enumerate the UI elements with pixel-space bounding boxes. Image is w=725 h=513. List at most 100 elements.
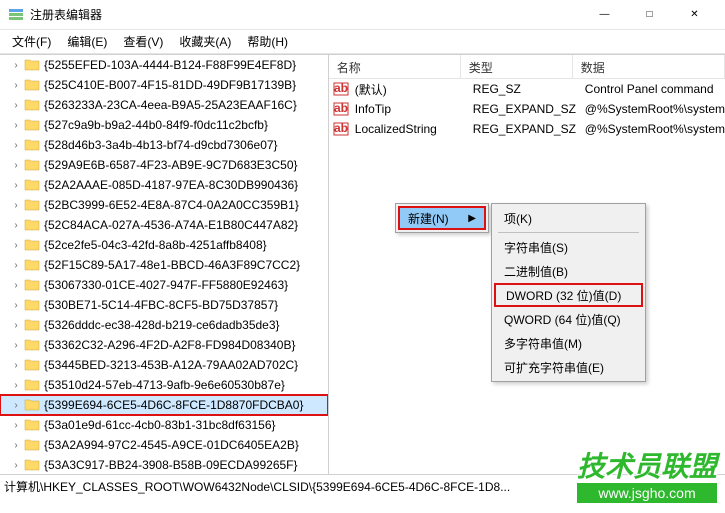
col-type[interactable]: 类型 xyxy=(461,55,573,78)
expand-icon[interactable]: › xyxy=(10,240,22,251)
minimize-button[interactable]: — xyxy=(582,0,627,30)
tree-item[interactable]: › {5255EFED-103A-4444-B124-F88F99E4EF8D} xyxy=(0,55,328,75)
context-new[interactable]: 新建(N) ▶ xyxy=(398,206,486,230)
tree-item[interactable]: ›{529A9E6B-6587-4F23-AB9E-9C7D683E3C50} xyxy=(0,155,328,175)
context-item[interactable]: 可扩充字符串值(E) xyxy=(494,355,643,379)
col-data[interactable]: 数据 xyxy=(573,55,725,78)
menu-file[interactable]: 文件(F) xyxy=(4,31,59,52)
expand-icon[interactable]: › xyxy=(10,360,22,371)
tree-item-label: {525C410E-B007-4F15-81DD-49DF9B17139B} xyxy=(42,78,296,92)
expand-icon[interactable]: › xyxy=(10,180,22,191)
context-item[interactable]: 二进制值(B) xyxy=(494,259,643,283)
tree-item-label: {52BC3999-6E52-4E8A-87C4-0A2A0CC359B1} xyxy=(42,198,299,212)
tree-item[interactable]: › {530BE71-5C14-4FBC-8CF5-BD75D37857} xyxy=(0,295,328,315)
folder-icon xyxy=(24,57,40,73)
expand-icon[interactable]: › xyxy=(10,260,22,271)
list-rows: ab(默认)REG_SZControl Panel commandabInfoT… xyxy=(329,79,725,139)
expand-icon[interactable]: › xyxy=(10,320,22,331)
tree-item[interactable]: ›{53362C32-A296-4F2D-A2F8-FD984D08340B} xyxy=(0,335,328,355)
maximize-button[interactable]: □ xyxy=(627,0,672,30)
folder-icon xyxy=(24,377,40,393)
tree-item-label: {52F15C89-5A17-48e1-BBCD-46A3F89C7CC2} xyxy=(42,258,300,272)
menu-edit[interactable]: 编辑(E) xyxy=(59,31,115,52)
tree-item-label: {53A3C917-BB24-3908-B58B-09ECDA99265F} xyxy=(42,458,298,472)
tree-item[interactable]: › {525C410E-B007-4F15-81DD-49DF9B17139B} xyxy=(0,75,328,95)
tree-item[interactable]: ›{52A2AAAE-085D-4187-97EA-8C30DB990436} xyxy=(0,175,328,195)
expand-icon[interactable]: › xyxy=(10,280,22,291)
tree-item-label: {5255EFED-103A-4444-B124-F88F99E4EF8D} xyxy=(42,58,296,72)
expand-icon[interactable]: › xyxy=(10,80,22,91)
folder-icon xyxy=(24,457,40,473)
tree-item[interactable]: › {5399E694-6CE5-4D6C-8FCE-1D8870FDCBA0} xyxy=(0,395,328,415)
folder-icon xyxy=(24,177,40,193)
svg-text:ab: ab xyxy=(334,121,348,135)
tree-item-label: {5399E694-6CE5-4D6C-8FCE-1D8870FDCBA0} xyxy=(42,398,303,412)
expand-icon[interactable]: › xyxy=(10,100,22,111)
menu-view[interactable]: 查看(V) xyxy=(115,31,171,52)
folder-icon xyxy=(24,157,40,173)
tree-item[interactable]: ›{53445BED-3213-453B-A12A-79AA02AD702C} xyxy=(0,355,328,375)
tree-item[interactable]: ›{5263233A-23CA-4eea-B9A5-25A23EAAF16C} xyxy=(0,95,328,115)
string-value-icon: ab xyxy=(333,81,349,97)
folder-icon xyxy=(24,237,40,253)
expand-icon[interactable]: › xyxy=(10,380,22,391)
expand-icon[interactable]: › xyxy=(10,220,22,231)
tree-item-label: {5326dddc-ec38-428d-b219-ce6dadb35de3} xyxy=(42,318,280,332)
tree-item-label: {52ce2fe5-04c3-42fd-8a8b-4251affb8408} xyxy=(42,238,267,252)
tree-item[interactable]: › {52F15C89-5A17-48e1-BBCD-46A3F89C7CC2} xyxy=(0,255,328,275)
folder-icon xyxy=(24,357,40,373)
tree-item[interactable]: › {52C84ACA-027A-4536-A74A-E1B80C447A82} xyxy=(0,215,328,235)
tree-item[interactable]: › {53A3C917-BB24-3908-B58B-09ECDA99265F} xyxy=(0,455,328,474)
tree-item[interactable]: › {52BC3999-6E52-4E8A-87C4-0A2A0CC359B1} xyxy=(0,195,328,215)
tree-item-label: {530BE71-5C14-4FBC-8CF5-BD75D37857} xyxy=(42,298,278,312)
context-item[interactable]: QWORD (64 位)值(Q) xyxy=(494,307,643,331)
svg-text:ab: ab xyxy=(334,101,348,115)
expand-icon[interactable]: › xyxy=(10,400,22,411)
expand-icon[interactable]: › xyxy=(10,340,22,351)
cell-type: REG_EXPAND_SZ xyxy=(473,122,585,136)
expand-icon[interactable]: › xyxy=(10,420,22,431)
tree-item[interactable]: › {52ce2fe5-04c3-42fd-8a8b-4251affb8408} xyxy=(0,235,328,255)
col-name[interactable]: 名称 xyxy=(329,55,461,78)
expand-icon[interactable]: › xyxy=(10,60,22,71)
folder-icon xyxy=(24,277,40,293)
expand-icon[interactable]: › xyxy=(10,460,22,471)
tree-item[interactable]: › {53067330-01CE-4027-947F-FF5880E92463} xyxy=(0,275,328,295)
tree-item-label: {52C84ACA-027A-4536-A74A-E1B80C447A82} xyxy=(42,218,298,232)
context-menu-level2: 项(K) 字符串值(S)二进制值(B)DWORD (32 位)值(D)QWORD … xyxy=(491,203,646,382)
expand-icon[interactable]: › xyxy=(10,160,22,171)
tree-item[interactable]: ›{53A2A994-97C2-4545-A9CE-01DC6405EA2B} xyxy=(0,435,328,455)
expand-icon[interactable]: › xyxy=(10,300,22,311)
menu-help[interactable]: 帮助(H) xyxy=(239,31,296,52)
expand-icon[interactable]: › xyxy=(10,440,22,451)
context-item[interactable]: 项(K) xyxy=(494,206,643,230)
list-row[interactable]: abLocalizedStringREG_EXPAND_SZ@%SystemRo… xyxy=(329,119,725,139)
tree-item[interactable]: › {5326dddc-ec38-428d-b219-ce6dadb35de3} xyxy=(0,315,328,335)
cell-name: (默认) xyxy=(353,81,473,98)
tree-item[interactable]: ›{527c9a9b-b9a2-44b0-84f9-f0dc11c2bcfb} xyxy=(0,115,328,135)
context-new-label: 新建(N) xyxy=(408,210,449,227)
context-item[interactable]: DWORD (32 位)值(D) xyxy=(494,283,643,307)
list-row[interactable]: abInfoTipREG_EXPAND_SZ@%SystemRoot%\syst… xyxy=(329,99,725,119)
context-menu-level1: 新建(N) ▶ xyxy=(395,203,489,233)
window-title: 注册表编辑器 xyxy=(30,6,582,23)
expand-icon[interactable]: › xyxy=(10,120,22,131)
folder-icon xyxy=(24,297,40,313)
tree-pane[interactable]: ›{5255EFED-103A-4444-B124-F88F99E4EF8D}›… xyxy=(0,55,329,474)
menu-favorites[interactable]: 收藏夹(A) xyxy=(171,31,239,52)
tree-item[interactable]: ›{53510d24-57eb-4713-9afb-9e6e60530b87e} xyxy=(0,375,328,395)
expand-icon[interactable]: › xyxy=(10,140,22,151)
cell-data: Control Panel command xyxy=(585,82,725,96)
list-row[interactable]: ab(默认)REG_SZControl Panel command xyxy=(329,79,725,99)
close-button[interactable]: ✕ xyxy=(672,0,717,30)
expand-icon[interactable]: › xyxy=(10,200,22,211)
app-icon xyxy=(8,7,24,23)
context-item[interactable]: 多字符串值(M) xyxy=(494,331,643,355)
tree-item[interactable]: ›{53a01e9d-61cc-4cb0-83b1-31bc8df63156} xyxy=(0,415,328,435)
context-item[interactable]: 字符串值(S) xyxy=(494,235,643,259)
tree-item-label: {53067330-01CE-4027-947F-FF5880E92463} xyxy=(42,278,288,292)
tree-item[interactable]: ›{528d46b3-3a4b-4b13-bf74-d9cbd7306e07} xyxy=(0,135,328,155)
cell-name: InfoTip xyxy=(353,102,473,116)
folder-icon xyxy=(24,217,40,233)
folder-icon xyxy=(24,197,40,213)
